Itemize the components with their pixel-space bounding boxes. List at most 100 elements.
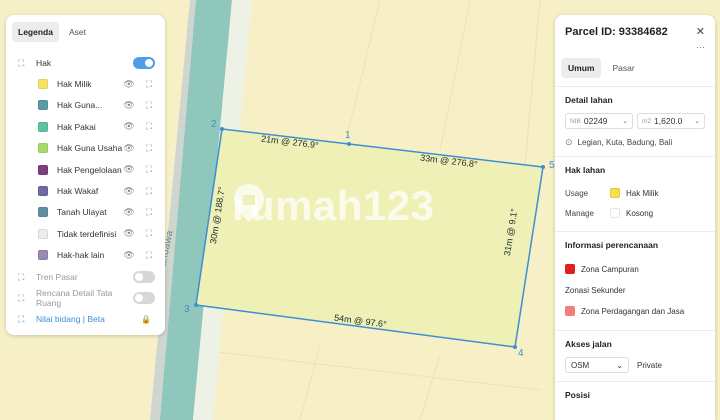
more-options-icon[interactable]: ··· bbox=[555, 42, 715, 54]
legend-label: Hak Pengelolaan bbox=[57, 164, 122, 175]
parcel-detail-panel: Parcel ID: 93384682 ✕ ··· Umum Pasar Det… bbox=[555, 15, 715, 420]
manage-value: Kosong bbox=[626, 208, 654, 218]
akses-source-select[interactable]: OSM ⌄ bbox=[565, 357, 629, 373]
layer-nilai-bidang-row[interactable]: ⛶ Nilai bidang | Beta 🔒 bbox=[12, 309, 159, 330]
chevron-down-icon: ⌄ bbox=[622, 118, 628, 125]
legend-item: Tidak terdefinisi 👁 ⛶ bbox=[12, 223, 159, 244]
legend-label: Hak Pakai bbox=[57, 121, 96, 132]
legend-item: Hak Pakai 👁 ⛶ bbox=[12, 116, 159, 137]
usage-value: Hak Milik bbox=[626, 188, 659, 198]
focus-icon[interactable]: ⛶ bbox=[143, 143, 155, 154]
usage-row: Usage Hak Milik bbox=[565, 183, 705, 203]
chevron-down-icon: ⌄ bbox=[694, 118, 700, 125]
legend-swatch bbox=[38, 100, 48, 111]
layer-hak-row: ⛶ Hak bbox=[12, 52, 159, 73]
focus-icon[interactable]: ⛶ bbox=[143, 79, 155, 90]
eye-icon[interactable]: 👁 bbox=[123, 207, 135, 218]
layer-rdtr-label: Rencana Detail Tata Ruang bbox=[36, 287, 113, 308]
legend-label: Hak-hak lain bbox=[57, 250, 105, 261]
hak-lahan-section: Hak lahan Usage Hak Milik Manage Kosong bbox=[555, 157, 715, 232]
detail-tabs: Umum Pasar bbox=[555, 54, 715, 87]
legend-swatch bbox=[38, 228, 48, 239]
legend-item: Hak Milik 👁 ⛶ bbox=[12, 73, 159, 94]
legend-swatch bbox=[38, 79, 48, 90]
layer-icon: ⛶ bbox=[18, 292, 25, 303]
eye-icon[interactable]: 👁 bbox=[123, 100, 135, 111]
eye-icon[interactable]: 👁 bbox=[123, 79, 135, 90]
vertex-label: 3 bbox=[184, 304, 190, 315]
akses-jalan-section: Akses jalan OSM ⌄ Private bbox=[555, 331, 715, 382]
tab-pasar[interactable]: Pasar bbox=[605, 58, 641, 78]
perencanaan-section: Informasi perencanaan Zona Campuran Zona… bbox=[555, 232, 715, 331]
layer-icon: ⛶ bbox=[18, 57, 25, 68]
focus-icon[interactable]: ⛶ bbox=[143, 186, 155, 197]
section-title: Akses jalan bbox=[565, 339, 612, 349]
akses-source-value: OSM bbox=[571, 360, 590, 370]
parcel-title: Parcel ID: 93384682 bbox=[565, 25, 668, 38]
legend-list: Hak Milik 👁 ⛶ Hak Guna... 👁 ⛶ Hak Pakai … bbox=[12, 73, 159, 266]
legend-item: Hak Wakaf 👁 ⛶ bbox=[12, 180, 159, 201]
legend-swatch bbox=[38, 186, 48, 197]
eye-icon[interactable]: 👁 bbox=[123, 121, 135, 132]
eye-icon[interactable]: 👁 bbox=[123, 186, 135, 197]
posisi-section: Posisi bbox=[555, 382, 715, 416]
focus-icon[interactable]: ⛶ bbox=[143, 121, 155, 132]
legend-swatch bbox=[38, 121, 48, 132]
focus-icon[interactable]: ⛶ bbox=[143, 228, 155, 239]
legend-label: Tanah Ulayat bbox=[57, 207, 107, 218]
hak-toggle[interactable] bbox=[133, 56, 155, 69]
zona-sekunder-row: Zona Perdagangan dan Jasa bbox=[565, 300, 705, 322]
zonasi-sekunder-title: Zonasi Sekunder bbox=[565, 285, 626, 295]
zona-row: Zona Campuran bbox=[565, 258, 705, 280]
legend-swatch bbox=[38, 143, 48, 154]
zona-value: Zona Campuran bbox=[581, 264, 639, 274]
eye-icon[interactable]: 👁 bbox=[123, 143, 135, 154]
rdtr-toggle[interactable] bbox=[133, 291, 155, 304]
focus-icon[interactable]: ⛶ bbox=[143, 207, 155, 218]
area-prefix: m2 bbox=[642, 117, 652, 125]
manage-key: Manage bbox=[565, 208, 594, 218]
layer-nilai-bidang-label[interactable]: Nilai bidang | Beta bbox=[36, 314, 141, 324]
vertex-label: 4 bbox=[518, 348, 524, 359]
legend-item: Hak Pengelolaan 👁 ⛶ bbox=[12, 159, 159, 180]
layer-hak-label: Hak bbox=[36, 57, 52, 68]
manage-swatch bbox=[610, 208, 620, 218]
area-value: 1,620.0 bbox=[654, 116, 683, 126]
legend-label: Hak Guna... bbox=[57, 100, 103, 111]
panel-header: Parcel ID: 93384682 ✕ bbox=[555, 15, 715, 42]
location-pin-icon: ⊙ bbox=[565, 137, 573, 147]
layer-icon: ⛶ bbox=[18, 271, 25, 282]
eye-icon[interactable]: 👁 bbox=[123, 250, 135, 261]
tab-legenda[interactable]: Legenda bbox=[12, 22, 59, 42]
watermark-pin-icon bbox=[234, 184, 264, 222]
usage-swatch bbox=[610, 188, 620, 198]
location-row: ⊙ Legian, Kuta, Badung, Bali bbox=[565, 137, 705, 148]
tab-umum[interactable]: Umum bbox=[561, 58, 602, 78]
legend-panel: Legenda Aset ⛶ Hak Hak Milik 👁 ⛶ Hak Gun… bbox=[6, 15, 165, 335]
eye-icon[interactable]: 👁 bbox=[123, 164, 135, 175]
legend-label: Hak Wakaf bbox=[57, 186, 99, 197]
zona-sekunder-value: Zona Perdagangan dan Jasa bbox=[581, 306, 685, 316]
section-title: Posisi bbox=[565, 390, 591, 400]
detail-lahan-section: Detail lahan NIB 02249 ⌄ m2 1,620.0 ⌄ ⊙ … bbox=[555, 87, 715, 157]
nib-select[interactable]: NIB 02249 ⌄ bbox=[565, 113, 633, 129]
layer-tren-pasar-label: Tren Pasar bbox=[36, 271, 78, 282]
section-title: Detail lahan bbox=[565, 95, 613, 105]
tren-pasar-toggle[interactable] bbox=[133, 270, 155, 283]
legend-label: Tidak terdefinisi bbox=[57, 228, 117, 239]
legend-swatch bbox=[38, 207, 48, 218]
focus-icon[interactable]: ⛶ bbox=[143, 100, 155, 111]
location-text: Legian, Kuta, Badung, Bali bbox=[577, 138, 673, 147]
eye-icon[interactable]: 👁 bbox=[123, 228, 135, 239]
area-select[interactable]: m2 1,620.0 ⌄ bbox=[637, 113, 705, 129]
manage-row: Manage Kosong bbox=[565, 203, 705, 223]
close-icon[interactable]: ✕ bbox=[696, 25, 705, 38]
selected-parcel[interactable] bbox=[195, 128, 544, 348]
lock-icon: 🔒 bbox=[141, 314, 151, 324]
vertex-label: 2 bbox=[211, 119, 217, 130]
legend-item: Tanah Ulayat 👁 ⛶ bbox=[12, 202, 159, 223]
focus-icon[interactable]: ⛶ bbox=[143, 250, 155, 261]
section-title: Hak lahan bbox=[565, 165, 606, 175]
focus-icon[interactable]: ⛶ bbox=[143, 164, 155, 175]
tab-aset[interactable]: Aset bbox=[63, 22, 92, 42]
